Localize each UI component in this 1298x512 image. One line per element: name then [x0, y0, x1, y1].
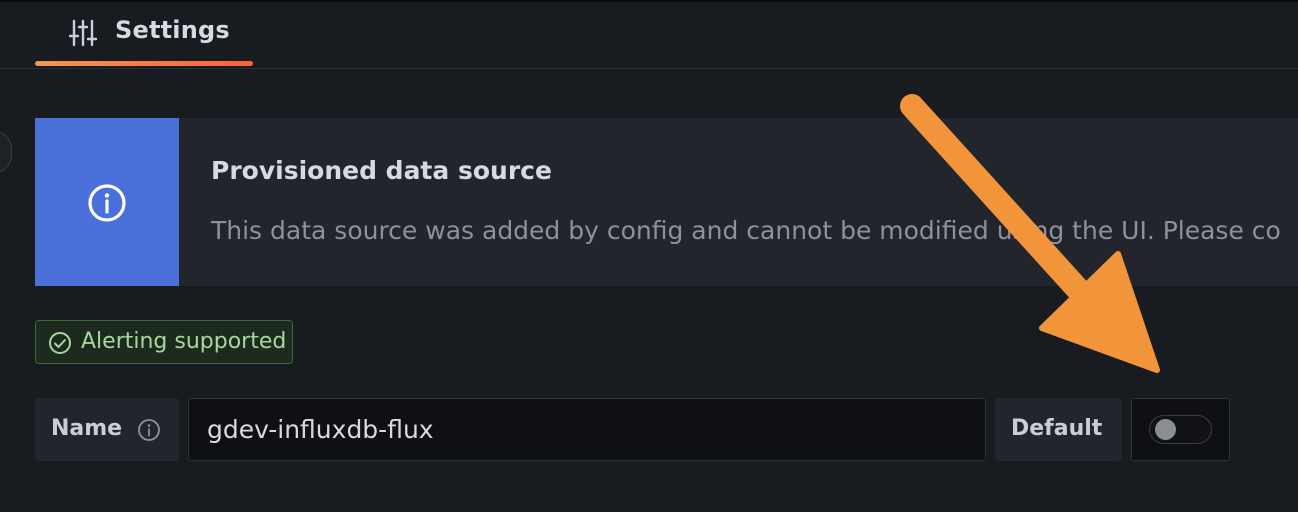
badge-label: Alerting supported	[81, 329, 287, 354]
tab-bar: Settings	[0, 0, 1298, 69]
active-tab-indicator	[35, 61, 253, 66]
info-icon[interactable]	[137, 418, 161, 442]
sidebar-toggle-handle[interactable]	[0, 131, 12, 173]
tab-settings[interactable]: Settings	[35, 0, 253, 69]
alerting-supported-badge: Alerting supported	[35, 320, 293, 364]
default-toggle-container	[1131, 398, 1230, 461]
tab-settings-label: Settings	[115, 16, 230, 44]
name-input[interactable]	[188, 398, 986, 461]
default-field-label: Default	[995, 398, 1122, 461]
name-label: Name	[51, 416, 123, 441]
alert-title: Provisioned data source	[211, 156, 552, 185]
name-field-label: Name	[35, 398, 179, 461]
provisioned-alert: Provisioned data source This data source…	[35, 118, 1298, 286]
default-label: Default	[1011, 416, 1103, 441]
alert-message: This data source was added by config and…	[211, 216, 1281, 245]
toggle-knob	[1155, 419, 1176, 440]
check-circle-icon	[49, 332, 71, 354]
alert-icon-column	[35, 118, 179, 286]
info-circle-icon	[88, 184, 126, 222]
default-toggle[interactable]	[1149, 415, 1212, 444]
sliders-icon	[68, 19, 98, 47]
